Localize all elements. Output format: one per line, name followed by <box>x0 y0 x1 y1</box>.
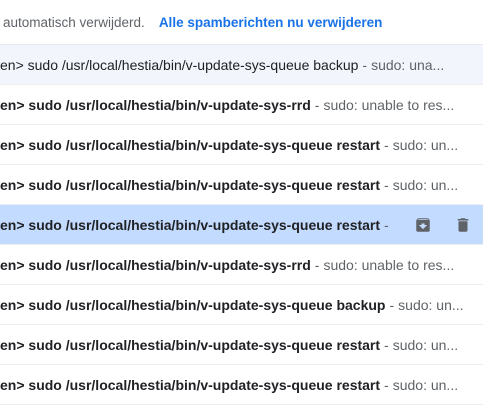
message-snippet: sudo: un... <box>392 376 459 393</box>
spam-banner: automatisch verwijderd. Alle spambericht… <box>0 0 483 45</box>
message-list: en> sudo /usr/local/hestia/bin/v-update-… <box>0 45 483 405</box>
message-row[interactable]: en> sudo /usr/local/hestia/bin/v-update-… <box>0 245 483 285</box>
message-snippet: sudo: unable to res... <box>323 96 455 113</box>
message-row[interactable]: en> sudo /usr/local/hestia/bin/v-update-… <box>0 165 483 205</box>
message-subject: en> sudo /usr/local/hestia/bin/v-update-… <box>0 296 386 313</box>
message-row[interactable]: en> sudo /usr/local/hestia/bin/v-update-… <box>0 45 483 85</box>
message-snippet: sudo: unable to res... <box>323 256 455 273</box>
row-hover-actions <box>388 205 483 244</box>
list-bottom-edge <box>0 405 483 409</box>
message-subject: en> sudo /usr/local/hestia/bin/v-update-… <box>0 336 381 353</box>
separator: - <box>314 256 320 273</box>
message-subject: en> sudo /usr/local/hestia/bin/v-update-… <box>0 96 311 113</box>
message-subject: en> sudo /usr/local/hestia/bin/v-update-… <box>0 56 359 73</box>
message-subject: en> sudo /usr/local/hestia/bin/v-update-… <box>0 136 381 153</box>
separator: - <box>314 96 320 113</box>
separator: - <box>362 56 368 73</box>
message-snippet: sudo: una... <box>371 56 445 73</box>
message-snippet: sudo: un... <box>392 176 459 193</box>
message-row[interactable]: en> sudo /usr/local/hestia/bin/v-update-… <box>0 285 483 325</box>
message-row[interactable]: en> sudo /usr/local/hestia/bin/v-update-… <box>0 125 483 165</box>
trash-icon <box>457 217 469 232</box>
message-subject: en> sudo /usr/local/hestia/bin/v-update-… <box>0 176 381 193</box>
message-subject: en> sudo /usr/local/hestia/bin/v-update-… <box>0 216 381 233</box>
spam-folder-view: automatisch verwijderd. Alle spambericht… <box>0 0 483 409</box>
separator: - <box>384 136 389 153</box>
message-row[interactable]: en> sudo /usr/local/hestia/bin/v-update-… <box>0 365 483 405</box>
message-subject: en> sudo /usr/local/hestia/bin/v-update-… <box>0 376 381 393</box>
separator: - <box>384 176 389 193</box>
archive-button[interactable] <box>403 205 443 244</box>
message-row[interactable]: en> sudo /usr/local/hestia/bin/v-update-… <box>0 325 483 365</box>
archive-icon <box>416 217 430 232</box>
separator: - <box>384 336 389 353</box>
message-subject: en> sudo /usr/local/hestia/bin/v-update-… <box>0 256 311 273</box>
delete-all-spam-link[interactable]: Alle spamberichten nu verwijderen <box>159 15 383 30</box>
message-row-hovered[interactable]: en> sudo /usr/local/hestia/bin/v-update-… <box>0 205 483 245</box>
message-snippet: sudo: un... <box>398 296 464 313</box>
message-snippet: sudo: un... <box>392 136 459 153</box>
separator: - <box>389 296 395 313</box>
banner-text: automatisch verwijderd. <box>3 14 145 30</box>
message-snippet: sudo: un... <box>392 336 459 353</box>
delete-button[interactable] <box>443 205 483 244</box>
separator: - <box>384 376 389 393</box>
message-row[interactable]: en> sudo /usr/local/hestia/bin/v-update-… <box>0 85 483 125</box>
